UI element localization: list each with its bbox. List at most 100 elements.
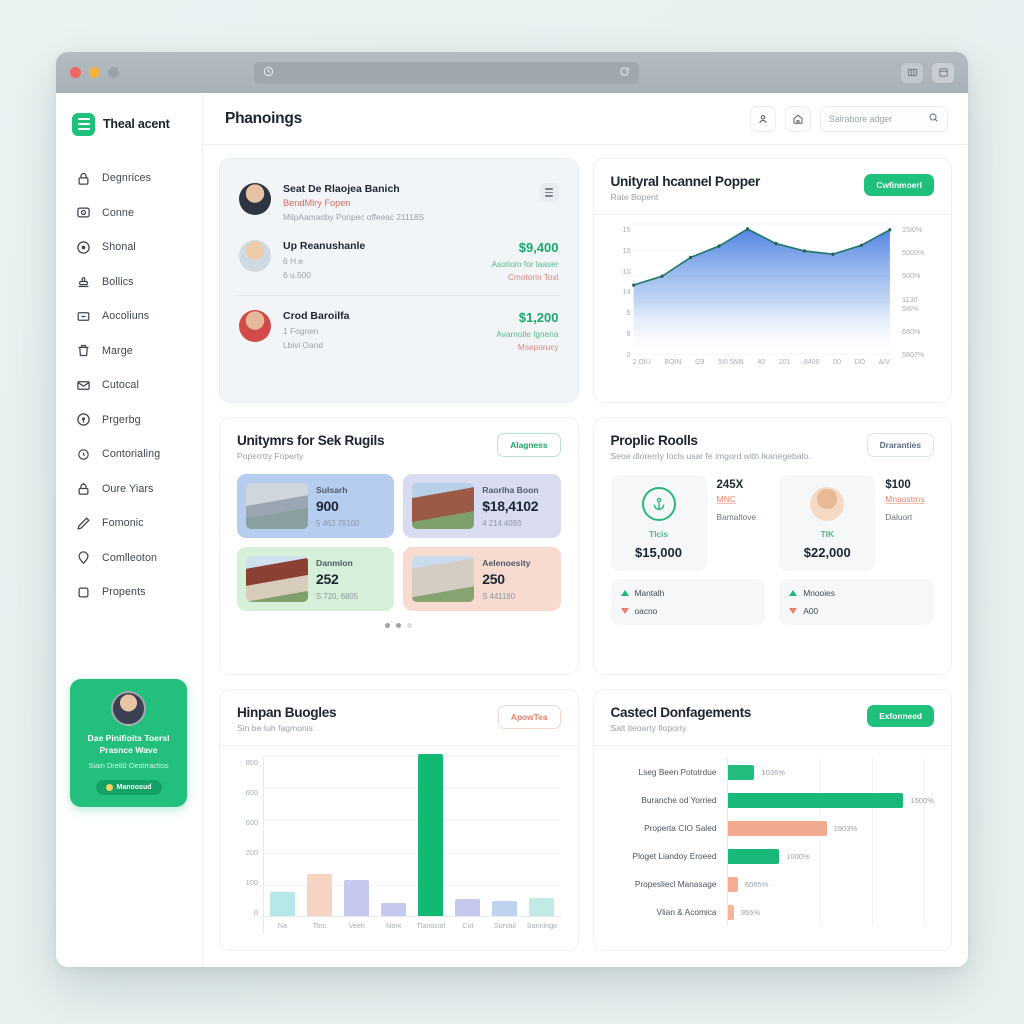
listing-note: Avarnolle Ignena bbox=[496, 329, 559, 339]
property-label: Raorlha Boon bbox=[482, 484, 539, 495]
hbar-fill bbox=[727, 820, 827, 836]
axis-tick-label: 5I0 5NN bbox=[718, 359, 744, 366]
bar[interactable] bbox=[492, 900, 518, 916]
property-image bbox=[246, 556, 308, 602]
bar[interactable] bbox=[381, 903, 407, 916]
listing-tag: 1 Fognen bbox=[283, 326, 319, 336]
divider bbox=[593, 745, 951, 746]
sidebar-item-conne[interactable]: Conne bbox=[56, 196, 202, 231]
bar[interactable] bbox=[455, 899, 481, 916]
hbar-row[interactable]: Buranche od Yorried 1500% bbox=[611, 786, 934, 814]
promo-title: Dae Pinifioits Toersl Prasnce Wave bbox=[87, 733, 170, 755]
property-tile[interactable]: Danmlon 252 S 720, 6805 bbox=[237, 547, 395, 611]
axis-tick-label: Sanninge bbox=[526, 921, 558, 930]
sidebar: Theal acent Degnrices Conne Shonal Bolli… bbox=[56, 93, 203, 967]
minimize-window-button[interactable] bbox=[89, 67, 100, 78]
property-tiles: Sulsarh 900 5 463 75100 Raorlha Boon $18,410… bbox=[237, 474, 561, 611]
axis-tick-label: 600 bbox=[245, 818, 258, 827]
pagination-dot[interactable] bbox=[385, 623, 391, 628]
roll-badge[interactable]: Tlcis $15,000 bbox=[610, 475, 707, 571]
hbar-row[interactable]: Vlian & Acomica 955% bbox=[611, 898, 935, 926]
property-tile[interactable]: Aelenoesity 250 S 441180 bbox=[403, 547, 561, 611]
list-item[interactable]: Up Reanushanle 6 H.e 6 u.500 $9,400 Asot… bbox=[237, 231, 561, 291]
hbar-chart-action-button[interactable]: Exfonneed bbox=[867, 705, 934, 727]
property-tile[interactable]: Sulsarh 900 5 463 75100 bbox=[237, 474, 395, 538]
sidebar-item-prgerbg[interactable]: Prgerbg bbox=[56, 403, 202, 438]
sidebar-item-fomonic[interactable]: Fomonic bbox=[56, 506, 202, 541]
user-icon[interactable] bbox=[750, 105, 776, 132]
sidebar-item-bollics[interactable]: Bollics bbox=[56, 265, 202, 300]
hbar-label: Buranche od Yorried bbox=[641, 795, 717, 805]
card-title: Unitymrs for Sek Rugils bbox=[237, 433, 385, 448]
lock-icon bbox=[76, 171, 91, 186]
pagination-dot[interactable] bbox=[396, 623, 402, 628]
hbar-value: 6085% bbox=[744, 879, 769, 889]
address-bar[interactable] bbox=[254, 61, 639, 84]
roll-badge[interactable]: TIK $22,000 bbox=[779, 475, 876, 571]
property-image bbox=[412, 483, 475, 529]
brand[interactable]: Theal acent bbox=[56, 107, 202, 141]
property-tile[interactable]: Raorlha Boon $18,4102 4 214 4093 bbox=[403, 474, 561, 538]
list-item[interactable]: Crod Baroilfa 1 Fognen Lbivi Oand $1,200… bbox=[237, 295, 561, 361]
home-icon[interactable] bbox=[785, 105, 811, 132]
sidebar-item-shonal[interactable]: Shonal bbox=[56, 230, 202, 265]
search-box[interactable] bbox=[820, 105, 948, 132]
search-icon[interactable] bbox=[928, 110, 939, 128]
line-chart-action-button[interactable]: Cwfinmoerl bbox=[864, 174, 934, 196]
promo-button[interactable]: Manoosud bbox=[95, 780, 162, 795]
bar-chart-x-axis: Na Torc Veeh Norx Tlanocial Cut Sorvail Sanning… bbox=[264, 917, 561, 934]
hbar-row[interactable]: Properta CIO Saled 1903% bbox=[611, 814, 935, 842]
target-icon bbox=[76, 412, 91, 427]
axis-tick-label: Norx bbox=[386, 921, 402, 930]
sidebar-promo-card[interactable]: Dae Pinifioits Toersl Prasnce Wave Siain… bbox=[70, 679, 187, 807]
sidebar-item-label: Degnrices bbox=[102, 172, 152, 185]
top-bar: Phanoings bbox=[203, 93, 968, 145]
sidebar-item-marge[interactable]: Marge bbox=[56, 334, 202, 369]
roll-info-tag: Mnaostms bbox=[885, 494, 925, 504]
axis-tick-label: 201 bbox=[778, 359, 791, 366]
more-menu-icon[interactable] bbox=[539, 183, 559, 202]
sidebar-item-propents[interactable]: Propents bbox=[56, 575, 202, 610]
sidebar-item-cutocal[interactable]: Cutocal bbox=[56, 368, 202, 403]
hbar-track: 955% bbox=[726, 898, 935, 926]
listing-note: Asotiom for laaser bbox=[491, 259, 559, 269]
sidebar-item-oure-yiars[interactable]: Oure Yiars bbox=[56, 472, 202, 507]
maximize-window-button[interactable] bbox=[108, 67, 119, 78]
sidebar-item-comlleoton[interactable]: Comlleoton bbox=[56, 541, 202, 576]
roll-badge-value: $22,000 bbox=[803, 545, 851, 560]
property-grid-action-button[interactable]: Alagness bbox=[497, 433, 561, 457]
sidebar-item-degnrices[interactable]: Degnrices bbox=[56, 161, 202, 196]
sidebar-item-contorialing[interactable]: Contorialing bbox=[56, 437, 202, 472]
sidebar-item-label: Propents bbox=[102, 586, 146, 599]
search-input[interactable] bbox=[829, 113, 922, 124]
reload-icon[interactable] bbox=[619, 64, 630, 82]
pagination-dot[interactable] bbox=[407, 623, 413, 628]
avatar bbox=[239, 183, 271, 215]
hbar-row[interactable]: Ploget Liandoy Eroeed 1000% bbox=[611, 842, 935, 870]
roll-footer: Mantalh oacno bbox=[610, 579, 766, 625]
bar[interactable] bbox=[418, 753, 444, 916]
bar[interactable] bbox=[270, 892, 296, 916]
tab-overview-icon[interactable] bbox=[932, 62, 954, 83]
brand-name: Theal acent bbox=[103, 117, 170, 131]
line-chart-card: Unityral hcannel Popper Rate Bopent Cwfi… bbox=[592, 158, 952, 403]
rolls-action-button[interactable]: Draranties bbox=[866, 433, 934, 457]
card-subtitle: Sin be Iuh fagmonis bbox=[237, 723, 313, 733]
minus-box-icon bbox=[76, 309, 91, 324]
hbar-row[interactable]: Propesliecl Manasage 6085% bbox=[611, 870, 935, 898]
split-view-icon[interactable] bbox=[901, 62, 923, 83]
bar[interactable] bbox=[307, 874, 333, 916]
sidebar-item-label: Prgerbg bbox=[102, 413, 141, 426]
close-window-button[interactable] bbox=[70, 67, 81, 78]
carousel-pagination[interactable] bbox=[237, 623, 561, 628]
sidebar-item-label: Aocoliuns bbox=[102, 310, 150, 323]
property-grid-card: Unitymrs for Sek Rugils Poperrtty Fopert… bbox=[219, 417, 579, 675]
axis-tick-label: Sorvail bbox=[493, 921, 516, 930]
bar-chart-action-button[interactable]: ApowTea bbox=[497, 705, 561, 729]
property-label: Sulsarh bbox=[316, 484, 348, 495]
list-item[interactable]: Seat De Rlaojea Banich BendMlry Fopen Mi… bbox=[237, 174, 561, 231]
bar[interactable] bbox=[344, 879, 370, 916]
hbar-row[interactable]: Lseg Been Pototrdue 1036% bbox=[611, 758, 935, 926]
bar[interactable] bbox=[529, 898, 555, 916]
sidebar-item-aocoliuns[interactable]: Aocoliuns bbox=[56, 299, 202, 334]
